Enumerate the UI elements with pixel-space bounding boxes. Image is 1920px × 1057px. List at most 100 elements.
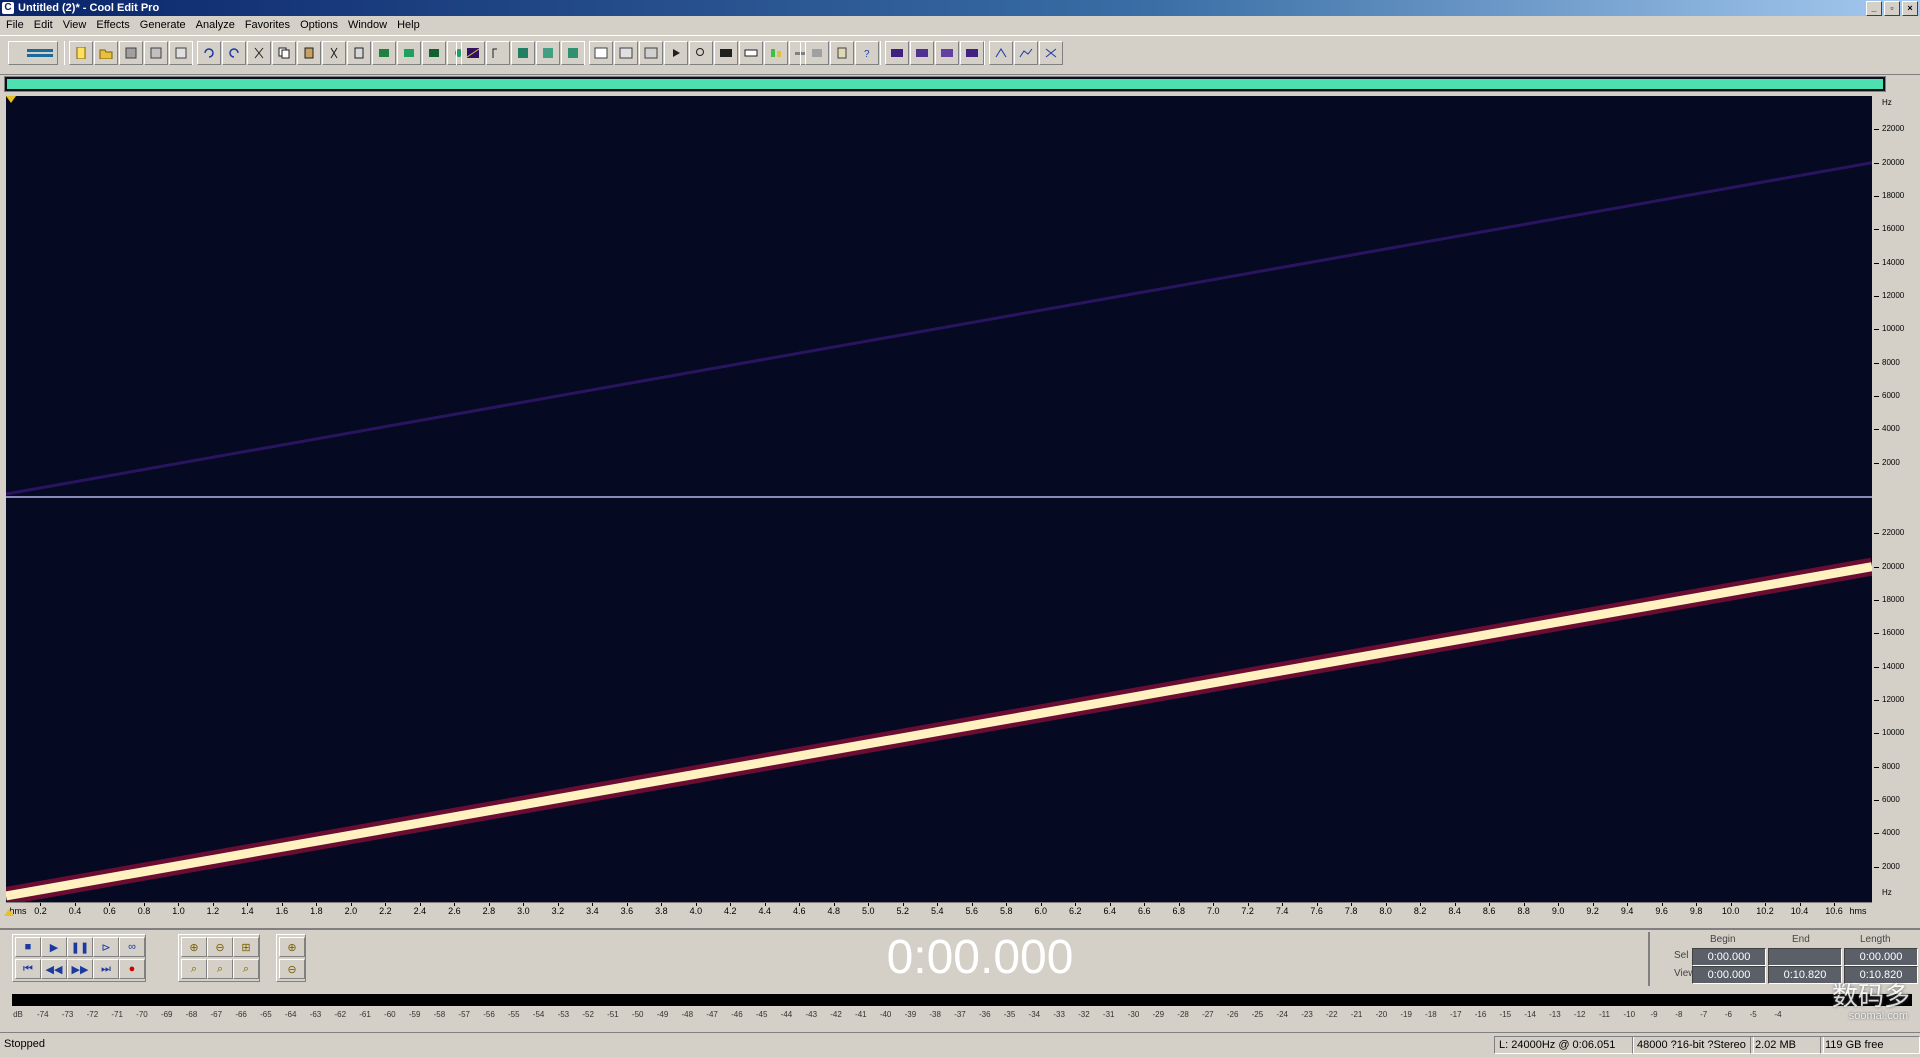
settings-icon[interactable] (805, 41, 829, 65)
time-tick-label: 1.6 (275, 906, 289, 916)
go-to-start-button[interactable]: ⏮ (15, 959, 41, 979)
menu-file[interactable]: File (0, 16, 29, 34)
meter-scale-label: -66 (235, 1010, 247, 1019)
sel-end-field[interactable] (1768, 948, 1842, 966)
new-file-icon[interactable] (69, 41, 93, 65)
time-tick-label: 8.4 (1448, 906, 1461, 916)
play-loop-icon[interactable] (664, 41, 688, 65)
frequency-analysis-icon[interactable] (885, 41, 909, 65)
meter-icon[interactable] (764, 41, 788, 65)
paste-icon[interactable] (297, 41, 321, 65)
redo-icon[interactable] (222, 41, 246, 65)
play-button[interactable]: ▶ (41, 937, 67, 957)
go-to-end-button[interactable]: ⏭ (93, 959, 119, 979)
menu-help[interactable]: Help (392, 16, 425, 34)
pause-button[interactable]: ❚❚ (67, 937, 93, 957)
fast-forward-button[interactable]: ▶▶ (67, 959, 93, 979)
window-icon[interactable] (589, 41, 613, 65)
zoom-preview-icon[interactable] (689, 41, 713, 65)
crop-icon[interactable] (422, 41, 446, 65)
loop-button[interactable]: ∞ (119, 937, 145, 957)
play-to-end-button[interactable]: ⊳ (93, 937, 119, 957)
close-button[interactable]: × (1902, 1, 1918, 16)
menu-view[interactable]: View (58, 16, 92, 34)
zoom-out-vertical-icon[interactable]: ⊖ (279, 959, 305, 979)
time-ruler[interactable]: hms hms 0.2 0.4 0.6 0.8 1.0 1.2 1.4 1.6 1.8 2.0 2.… (4, 902, 1872, 919)
minimize-button[interactable]: _ (1866, 1, 1882, 16)
time-tick (1834, 903, 1836, 906)
spectrum-icon[interactable] (960, 41, 984, 65)
zoom-in-vertical-icon[interactable]: ⊕ (279, 937, 305, 957)
zoom-selection-icon[interactable]: ⌕ (181, 959, 207, 979)
meter-scale-label: -35 (1003, 1010, 1016, 1019)
meter-scale-label: -45 (755, 1010, 768, 1019)
playhead-marker-top[interactable] (6, 96, 16, 103)
undo-icon[interactable] (197, 41, 221, 65)
cue-list-icon[interactable] (614, 41, 638, 65)
insert-icon[interactable] (397, 41, 421, 65)
help-icon[interactable]: ? (855, 41, 879, 65)
noise-reduction-icon[interactable] (989, 41, 1013, 65)
open-folder-icon[interactable] (94, 41, 118, 65)
time-tick-label: 1.0 (172, 906, 185, 916)
close-file-icon[interactable] (169, 41, 193, 65)
app-icon[interactable]: C (2, 2, 14, 14)
playlist-icon[interactable] (639, 41, 663, 65)
menu-favorites[interactable]: Favorites (240, 16, 295, 34)
meter-scale-label: -31 (1102, 1010, 1115, 1019)
statistics-icon[interactable] (935, 41, 959, 65)
menu-analyze[interactable]: Analyze (191, 16, 240, 34)
grid-view-2-icon[interactable] (536, 41, 560, 65)
script-icon[interactable] (830, 41, 854, 65)
view-end-field[interactable]: 0:10.820 (1768, 966, 1842, 984)
view-begin-field[interactable]: 0:00.000 (1692, 966, 1766, 984)
meter-scale-label: -14 (1524, 1010, 1536, 1019)
grid-view-3-icon[interactable] (561, 41, 585, 65)
save-as-icon[interactable] (144, 41, 168, 65)
copy-icon[interactable] (272, 41, 296, 65)
playhead-marker-bottom[interactable] (4, 909, 14, 916)
zoom-left-icon[interactable]: ⌕ (207, 959, 233, 979)
freq-tick-label: 8000 (1882, 357, 1900, 367)
time-tick (1420, 903, 1422, 906)
stop-button[interactable]: ■ (15, 937, 41, 957)
fullscreen-icon[interactable] (1039, 41, 1063, 65)
save-icon[interactable] (119, 41, 143, 65)
sel-begin-field[interactable]: 0:00.000 (1692, 948, 1766, 966)
time-tick-label: 6.2 (1068, 906, 1082, 916)
time-format-icon[interactable] (714, 41, 738, 65)
spectral-view[interactable] (6, 96, 1872, 904)
meter-scale-label: -28 (1177, 1010, 1189, 1019)
record-button[interactable]: ● (119, 959, 145, 979)
menu-options[interactable]: Options (295, 16, 343, 34)
grid-view-icon[interactable] (511, 41, 535, 65)
freq-tick (1874, 196, 1879, 197)
time-tick (178, 903, 180, 906)
zoom-right-icon[interactable]: ⌕ (233, 959, 259, 979)
time-tick-label: 4.6 (793, 906, 806, 916)
multitrack-toggle-button[interactable] (8, 41, 58, 65)
menu-window[interactable]: Window (343, 16, 392, 34)
scissors-icon[interactable] (247, 41, 271, 65)
zoom-in-horizontal-icon[interactable]: ⊕ (181, 937, 207, 957)
restore-button[interactable]: ▫ (1884, 1, 1900, 16)
freq-tick-label: 10000 (1882, 324, 1905, 334)
menu-edit[interactable]: Edit (29, 16, 58, 34)
menu-effects[interactable]: Effects (91, 16, 134, 34)
spectral-view-icon[interactable] (486, 41, 510, 65)
keyboard-icon[interactable] (739, 41, 763, 65)
cut-icon[interactable] (322, 41, 346, 65)
time-tick (523, 903, 525, 906)
sel-length-field[interactable]: 0:00.000 (1844, 948, 1918, 966)
zoom-full-icon[interactable]: ⊞ (233, 937, 259, 957)
rewind-button[interactable]: ◀◀ (41, 959, 67, 979)
overview-visible-range[interactable] (7, 79, 1883, 89)
zoom-out-horizontal-icon[interactable]: ⊖ (207, 937, 233, 957)
menu-generate[interactable]: Generate (135, 16, 191, 34)
waveform-overview-bar[interactable] (4, 76, 1886, 92)
trim-icon[interactable] (372, 41, 396, 65)
mix-paste-icon[interactable] (347, 41, 371, 65)
waveform-view-icon[interactable] (461, 41, 485, 65)
envelope-icon[interactable] (1014, 41, 1038, 65)
phase-analysis-icon[interactable] (910, 41, 934, 65)
